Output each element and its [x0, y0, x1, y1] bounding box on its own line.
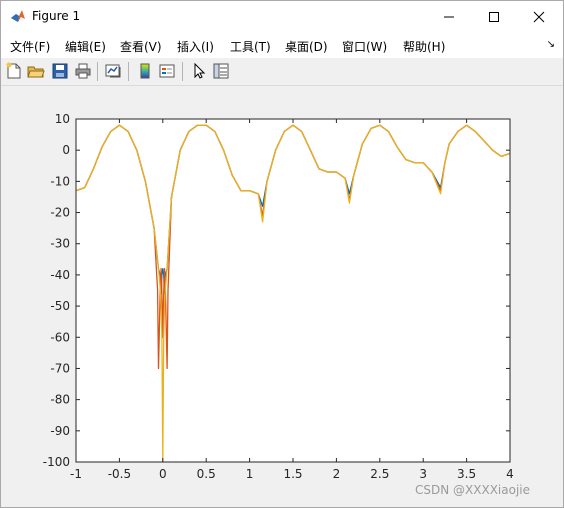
y-tick-label: -50: [50, 299, 70, 313]
property-editor-icon[interactable]: [212, 62, 230, 80]
menu-view[interactable]: 查看(V): [120, 38, 162, 55]
y-tick-label: 10: [55, 112, 70, 126]
x-tick-label: 1: [246, 467, 254, 481]
save-icon[interactable]: [51, 62, 69, 80]
y-tick-label: -80: [50, 393, 70, 407]
y-tick-label: -30: [50, 237, 70, 251]
x-tick-label: 4: [506, 467, 514, 481]
x-tick-label: -0.5: [108, 467, 131, 481]
plot-area: [76, 119, 510, 462]
menu-help[interactable]: 帮助(H): [403, 38, 445, 55]
line-chart: -1 -0.5 0 0.5 1 1.5 2 2.5 3 3.5 4 10 0 -10 -20 -30 -40 -5…: [43, 112, 514, 481]
legend-icon[interactable]: [158, 62, 176, 80]
x-tick-label: 2: [333, 467, 341, 481]
menu-desktop[interactable]: 桌面(D): [285, 38, 328, 55]
y-tick-label: -20: [50, 206, 70, 220]
maximize-icon: [489, 11, 499, 22]
watermark-text: CSDN @XXXXiaojie: [415, 483, 530, 497]
toolbar-separator: [182, 62, 183, 81]
menu-bar: 文件(F) 编辑(E) 查看(V) 插入(I) 工具(T) 桌面(D) 窗口(W…: [1, 32, 563, 58]
x-tick-label: 3.5: [457, 467, 476, 481]
menu-file[interactable]: 文件(F): [10, 38, 50, 55]
toolbar: [1, 58, 563, 86]
print-icon[interactable]: [74, 62, 92, 80]
x-tick-label: -1: [70, 467, 82, 481]
y-tick-label: -90: [50, 424, 70, 438]
pointer-icon[interactable]: [190, 62, 208, 80]
y-tick-label: -60: [50, 330, 70, 344]
maximize-button[interactable]: [472, 1, 516, 32]
y-tick-label: -100: [43, 455, 70, 469]
y-tick-label: -70: [50, 361, 70, 375]
y-tick-label: 0: [62, 143, 70, 157]
menu-tools[interactable]: 工具(T): [230, 38, 271, 55]
menu-edit[interactable]: 编辑(E): [65, 38, 106, 55]
figure-canvas[interactable]: -1 -0.5 0 0.5 1 1.5 2 2.5 3 3.5 4 10 0 -10 -20 -30 -40 -5…: [2, 86, 562, 506]
window-title: Figure 1: [32, 9, 81, 23]
title-bar[interactable]: Figure 1: [1, 1, 563, 32]
menu-window[interactable]: 窗口(W): [342, 38, 387, 55]
toolbar-separator: [97, 62, 98, 81]
x-tick-label: 0: [159, 467, 167, 481]
menu-insert[interactable]: 插入(I): [177, 38, 214, 55]
colorbar-icon[interactable]: [136, 62, 154, 80]
y-tick-label: -10: [50, 174, 70, 188]
menu-overflow-icon[interactable]: ↘: [547, 39, 555, 50]
x-tick-label: 1.5: [283, 467, 302, 481]
x-tick-label: 2.5: [370, 467, 389, 481]
new-figure-icon[interactable]: [5, 62, 23, 80]
minimize-button[interactable]: [427, 1, 471, 32]
close-button[interactable]: [517, 1, 561, 32]
matlab-logo-icon: [11, 10, 25, 22]
link-plot-icon[interactable]: [104, 62, 122, 80]
close-icon: [533, 11, 545, 22]
x-tick-label: 3: [419, 467, 427, 481]
toolbar-separator: [128, 62, 129, 81]
y-tick-label: -40: [50, 268, 70, 282]
x-tick-label: 0.5: [197, 467, 216, 481]
open-file-icon[interactable]: [27, 62, 45, 80]
minimize-icon: [444, 16, 454, 17]
figure-window: Figure 1 文件(F) 编辑(E) 查看(V) 插入(I) 工具(T) 桌…: [0, 0, 564, 508]
